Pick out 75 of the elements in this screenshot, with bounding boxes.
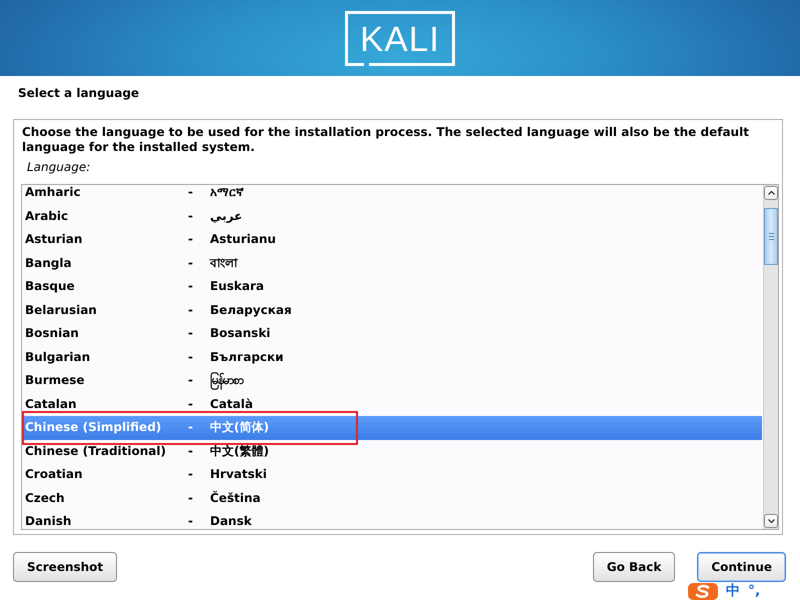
separator-text: - <box>188 185 193 200</box>
list-item[interactable]: Danish - Dansk <box>22 510 762 529</box>
separator-text: - <box>188 373 193 388</box>
list-item[interactable]: Chinese (Traditional) - 中文(繁體) <box>22 440 762 463</box>
native-name: Hrvatski <box>210 467 267 482</box>
list-item[interactable]: Belarusian - Беларуская <box>22 298 762 322</box>
native-name: Dansk <box>210 514 252 529</box>
native-name: Bosanski <box>210 326 270 342</box>
continue-button[interactable]: Continue <box>697 552 786 582</box>
back-button[interactable]: Go Back <box>592 552 676 582</box>
separator-text: - <box>188 396 193 412</box>
native-name: Беларуская <box>210 302 292 318</box>
scroll-down-button[interactable] <box>764 514 778 528</box>
scrollbar-thumb[interactable] <box>764 208 778 265</box>
separator-text: - <box>188 420 193 436</box>
caret-down-icon <box>768 519 774 523</box>
native-name: မြန်မာစာ <box>210 373 243 388</box>
list-item[interactable]: Catalan - Català <box>22 392 762 416</box>
app-logo-icon[interactable] <box>688 583 718 600</box>
language-name: Chinese (Simplified) <box>25 420 162 436</box>
language-name: Chinese (Traditional) <box>25 444 166 459</box>
screenshot-button[interactable]: Screenshot <box>13 552 118 582</box>
separator-text: - <box>188 514 193 529</box>
language-name: Bangla <box>25 256 72 271</box>
native-name: বাংলা <box>210 256 237 271</box>
page-title: Select a language <box>18 85 140 101</box>
separator-text: - <box>188 467 193 482</box>
list-item[interactable]: Burmese - မြန်မာစာ <box>22 369 762 392</box>
native-name: 中文(简体) <box>210 420 269 436</box>
list-item[interactable]: Bosnian - Bosanski <box>22 322 762 346</box>
language-name: Arabic <box>25 208 68 224</box>
language-name: Danish <box>25 514 72 529</box>
separator-text: - <box>188 350 193 365</box>
native-name: Български <box>210 350 284 365</box>
language-name: Croatian <box>25 467 83 482</box>
description-text: Choose the language to be used for the installation process. The selected language will also be the default language for the installed system. <box>22 125 750 155</box>
separator-text: - <box>188 208 193 224</box>
scrollbar-track[interactable] <box>763 185 778 529</box>
native-name: 中文(繁體) <box>210 444 269 459</box>
native-name: Asturianu <box>210 232 276 248</box>
native-name: Euskara <box>210 279 264 294</box>
separator-text: - <box>188 444 193 459</box>
separator-text: - <box>188 232 193 248</box>
separator-text: - <box>188 326 193 342</box>
language-name: Bulgarian <box>25 350 90 365</box>
list-item[interactable]: Croatian - Hrvatski <box>22 463 762 486</box>
language-name: Catalan <box>25 396 76 412</box>
language-name: Amharic <box>25 185 81 200</box>
list-label: Language: <box>27 160 90 174</box>
list-item[interactable]: Basque - Euskara <box>22 275 762 298</box>
list-item[interactable]: Bangla - বাংলা <box>22 252 762 275</box>
separator-text: - <box>188 490 193 506</box>
grip-icon <box>768 233 774 240</box>
language-name: Asturian <box>25 232 82 248</box>
separator-text: - <box>188 279 193 294</box>
list-item[interactable]: Amharic - አማርኛ <box>22 185 762 204</box>
native-name: Català <box>210 396 253 412</box>
language-name: Basque <box>25 279 75 294</box>
list-item[interactable]: Asturian - Asturianu <box>22 228 762 252</box>
language-name: Burmese <box>25 373 85 388</box>
native-name: አማርኛ <box>210 185 244 200</box>
scroll-up-button[interactable] <box>764 186 778 200</box>
native-name: Čeština <box>210 490 261 506</box>
caret-up-icon <box>768 191 774 195</box>
logo: KALI <box>345 10 455 66</box>
input-mode-text[interactable]: 中 <box>726 583 740 600</box>
list-item[interactable]: Czech - Čeština <box>22 486 762 510</box>
separator-text: - <box>188 256 193 271</box>
separator-text: - <box>188 302 193 318</box>
language-name: Czech <box>25 490 65 506</box>
list-item[interactable]: Bulgarian - Български <box>22 346 762 369</box>
punctuation-mode-text[interactable]: °, <box>748 583 760 600</box>
language-name: Belarusian <box>25 302 97 318</box>
native-name: عربي <box>210 208 242 224</box>
language-name: Bosnian <box>25 326 79 342</box>
